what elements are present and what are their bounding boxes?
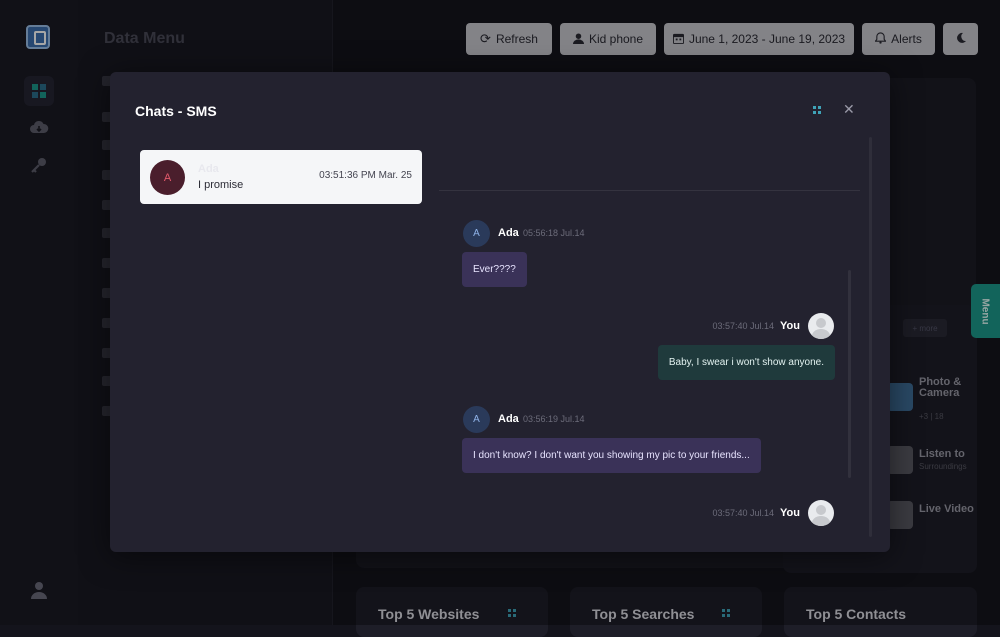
- incoming-message-bubble: Ever????: [462, 252, 527, 287]
- chat-scrollbar[interactable]: [848, 270, 851, 478]
- sender-name: You: [780, 507, 800, 519]
- conversation-time: 03:51:36 PM Mar. 25: [319, 170, 412, 181]
- contact-name: Ada: [198, 163, 219, 175]
- chats-sms-modal: Chats - SMS ✕ A Ada I promise 03:51:36 P…: [110, 72, 890, 552]
- sender-avatar: A: [463, 220, 490, 247]
- sender-avatar: A: [463, 406, 490, 433]
- message-time: 03:57:40 Jul.14: [712, 321, 774, 331]
- modal-scrollbar[interactable]: [869, 137, 872, 537]
- you-avatar: [808, 313, 834, 339]
- conversation-item[interactable]: A Ada I promise 03:51:36 PM Mar. 25: [140, 150, 422, 204]
- sender-name: Ada: [498, 413, 519, 425]
- outgoing-message-bubble: Baby, I swear i won't show anyone.: [657, 345, 835, 380]
- sender-name: Ada: [498, 227, 519, 239]
- message-preview: I promise: [198, 179, 244, 191]
- message-time: 05:56:18 Jul.14: [523, 228, 585, 238]
- incoming-message-bubble: I don't know? I don't want you showing m…: [462, 438, 761, 473]
- divider: [439, 190, 860, 191]
- modal-title: Chats - SMS: [135, 103, 217, 119]
- contact-avatar: A: [150, 160, 185, 195]
- grid-dots-icon[interactable]: [813, 106, 821, 114]
- close-icon[interactable]: ✕: [843, 101, 855, 118]
- you-avatar: [808, 500, 834, 526]
- sender-name: You: [780, 320, 800, 332]
- message-time: 03:57:40 Jul.14: [712, 508, 774, 518]
- message-time: 03:56:19 Jul.14: [523, 414, 585, 424]
